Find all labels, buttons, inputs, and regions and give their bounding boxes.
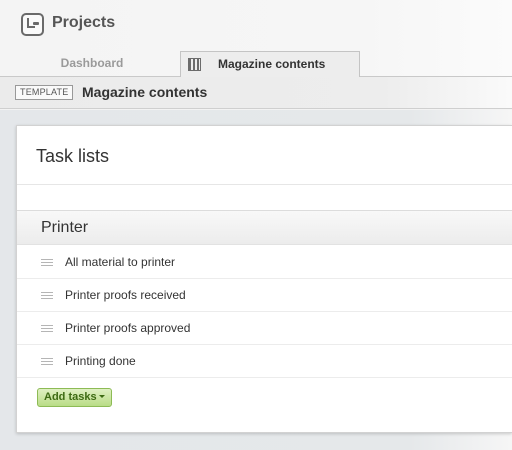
add-tasks-label: Add tasks: [44, 391, 97, 403]
add-tasks-button[interactable]: Add tasks: [37, 388, 112, 407]
divider: [17, 184, 512, 185]
task-list-name[interactable]: Printer: [41, 219, 88, 237]
task-label[interactable]: Printing done: [65, 354, 136, 368]
task-label[interactable]: Printer proofs approved: [65, 321, 190, 335]
task-row[interactable]: Printer proofs approved: [17, 312, 512, 345]
app-header: Projects Dashboard Magazine contents: [0, 0, 512, 77]
template-badge: TEMPLATE: [15, 85, 74, 100]
caret-down-icon: [98, 395, 105, 398]
template-grid-icon: [188, 58, 201, 71]
page-title: Magazine contents: [82, 84, 208, 100]
tab-magazine-contents-label: Magazine contents: [218, 57, 326, 71]
tab-magazine-contents[interactable]: Magazine contents: [180, 51, 360, 77]
task-label[interactable]: All material to printer: [65, 255, 175, 269]
projects-icon[interactable]: [21, 13, 44, 36]
tab-dashboard-label: Dashboard: [60, 56, 124, 70]
task-row[interactable]: All material to printer: [17, 246, 512, 279]
page-subheader: TEMPLATE Magazine contents: [0, 77, 512, 109]
drag-handle-icon[interactable]: [41, 358, 53, 367]
panel-title: Task lists: [36, 146, 110, 166]
drag-handle-icon[interactable]: [41, 259, 53, 268]
app-title[interactable]: Projects: [52, 14, 115, 32]
tab-dashboard[interactable]: Dashboard: [40, 51, 144, 77]
task-lists-panel: Task lists Printer All material to print…: [16, 125, 512, 433]
task-row[interactable]: Printing done: [17, 345, 512, 378]
task-list-header: Printer: [17, 210, 512, 245]
drag-handle-icon[interactable]: [41, 292, 53, 301]
drag-handle-icon[interactable]: [41, 325, 53, 334]
task-label[interactable]: Printer proofs received: [65, 288, 186, 302]
task-row[interactable]: Printer proofs received: [17, 279, 512, 312]
